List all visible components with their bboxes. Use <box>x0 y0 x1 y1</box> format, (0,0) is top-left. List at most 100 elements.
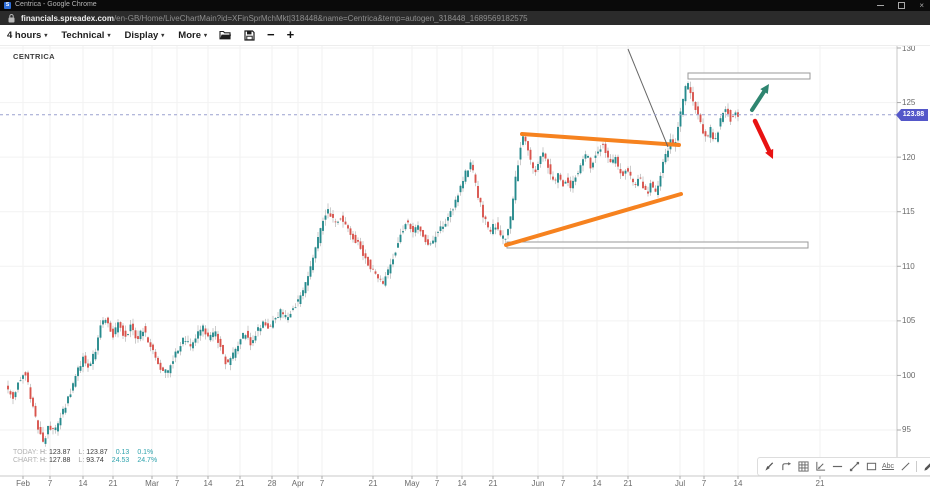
candle-body <box>47 426 49 434</box>
candle-body <box>132 324 134 330</box>
diagonal-line-icon[interactable] <box>899 461 911 473</box>
legend-row-chart: CHART: H: 127.88 L: 93.74 24.53 24.7% <box>13 457 157 465</box>
time-axis-label: 21 <box>489 479 498 488</box>
display-dropdown[interactable]: Display ▾ <box>124 30 164 41</box>
more-dropdown[interactable]: More ▾ <box>178 30 207 41</box>
technical-dropdown[interactable]: Technical ▾ <box>61 30 110 41</box>
candle-body <box>617 157 619 167</box>
candle-body <box>595 156 597 158</box>
candle-body <box>510 216 512 228</box>
time-axis-label: 14 <box>79 479 88 488</box>
chart-change-pct: 24.7% <box>137 457 157 465</box>
candle-body <box>507 229 509 235</box>
candle-body <box>350 228 352 235</box>
down-arrow[interactable] <box>755 121 770 153</box>
time-axis-label: 7 <box>702 479 706 488</box>
candle-body <box>630 172 632 176</box>
candle-body <box>110 323 112 332</box>
candle-body <box>537 164 539 170</box>
close-icon[interactable]: × <box>919 2 924 10</box>
arrow-tool-icon[interactable] <box>763 461 775 473</box>
zoom-out-button[interactable]: − <box>267 30 275 40</box>
chart-low: 93.74 <box>86 457 104 465</box>
grid-tool-icon[interactable] <box>797 461 809 473</box>
candle-body <box>345 222 347 225</box>
candle-body <box>480 198 482 203</box>
candle-body <box>120 322 122 328</box>
time-axis-label: Jun <box>532 479 545 488</box>
pencil-tool-icon[interactable] <box>922 461 930 473</box>
candle-body <box>215 331 217 336</box>
ohlc-legend: TODAY: H: 123.87 L: 123.87 0.13 0.1% CHA… <box>13 449 157 465</box>
candle-body <box>657 186 659 195</box>
candle-body <box>602 144 604 145</box>
candle-body <box>17 383 19 390</box>
today-change-pct: 0.1% <box>137 449 153 457</box>
restore-icon[interactable] <box>898 2 905 9</box>
candle-body <box>277 317 279 318</box>
candle-body <box>367 257 369 266</box>
candle-body <box>252 340 254 343</box>
zone-box[interactable] <box>507 242 808 248</box>
rectangle-tool-icon[interactable] <box>865 461 877 473</box>
price-axis-label: 95 <box>902 425 911 434</box>
candle-body <box>22 375 24 379</box>
candle-body <box>57 423 59 431</box>
candle-body <box>647 192 649 194</box>
candle-body <box>187 341 189 342</box>
candle-body <box>575 178 577 182</box>
more-label: More <box>178 30 201 41</box>
candle-body <box>615 157 617 164</box>
candle-body <box>447 217 449 221</box>
candle-body <box>582 159 584 165</box>
trendline[interactable] <box>506 194 681 245</box>
candle-body <box>385 276 387 285</box>
horizontal-line-icon[interactable] <box>831 461 843 473</box>
candle-body <box>635 184 637 185</box>
candle-body <box>712 132 714 139</box>
candle-body <box>62 409 64 415</box>
candle-body <box>472 165 474 170</box>
candle-body <box>245 335 247 339</box>
zoom-in-button[interactable]: + <box>287 30 295 40</box>
candle-body <box>452 210 454 211</box>
candle-body <box>310 266 312 276</box>
candle-body <box>467 171 469 177</box>
text-tool-icon[interactable]: Abc <box>882 461 894 473</box>
candle-body <box>92 354 94 364</box>
candle-body <box>45 438 47 444</box>
candle-body <box>462 181 464 188</box>
save-icon[interactable] <box>244 30 255 41</box>
zone-box[interactable] <box>688 73 810 79</box>
minimize-icon[interactable] <box>877 5 884 6</box>
address-bar[interactable]: financials.spreadex.com/en-GB/Home/LiveC… <box>0 11 930 25</box>
axes-tool-icon[interactable] <box>814 461 826 473</box>
candle-body <box>422 230 424 237</box>
up-arrow[interactable] <box>752 89 766 110</box>
trend-line-icon[interactable] <box>848 461 860 473</box>
high-key: H: <box>40 449 47 457</box>
candle-body <box>217 334 219 343</box>
candle-body <box>407 221 409 223</box>
open-folder-icon[interactable] <box>219 30 232 40</box>
chevron-down-icon: ▾ <box>44 32 47 39</box>
candle-body <box>720 118 722 126</box>
candlestick-chart[interactable] <box>0 0 930 497</box>
candle-body <box>680 112 682 127</box>
candle-body <box>725 109 727 112</box>
candle-body <box>430 244 432 245</box>
elbow-arrow-icon[interactable] <box>780 461 792 473</box>
candle-body <box>425 235 427 242</box>
candle-body <box>625 171 627 174</box>
callout-line[interactable] <box>628 49 668 147</box>
candle-body <box>185 341 187 342</box>
spreadex-favicon: S <box>4 2 11 9</box>
trendline[interactable] <box>522 134 679 145</box>
timeframe-dropdown[interactable]: 4 hours ▾ <box>7 30 47 41</box>
candle-body <box>690 87 692 93</box>
candle-body <box>312 258 314 270</box>
candle-body <box>730 110 732 122</box>
time-axis-label: 21 <box>816 479 825 488</box>
candle-body <box>405 224 407 229</box>
candle-body <box>67 396 69 403</box>
